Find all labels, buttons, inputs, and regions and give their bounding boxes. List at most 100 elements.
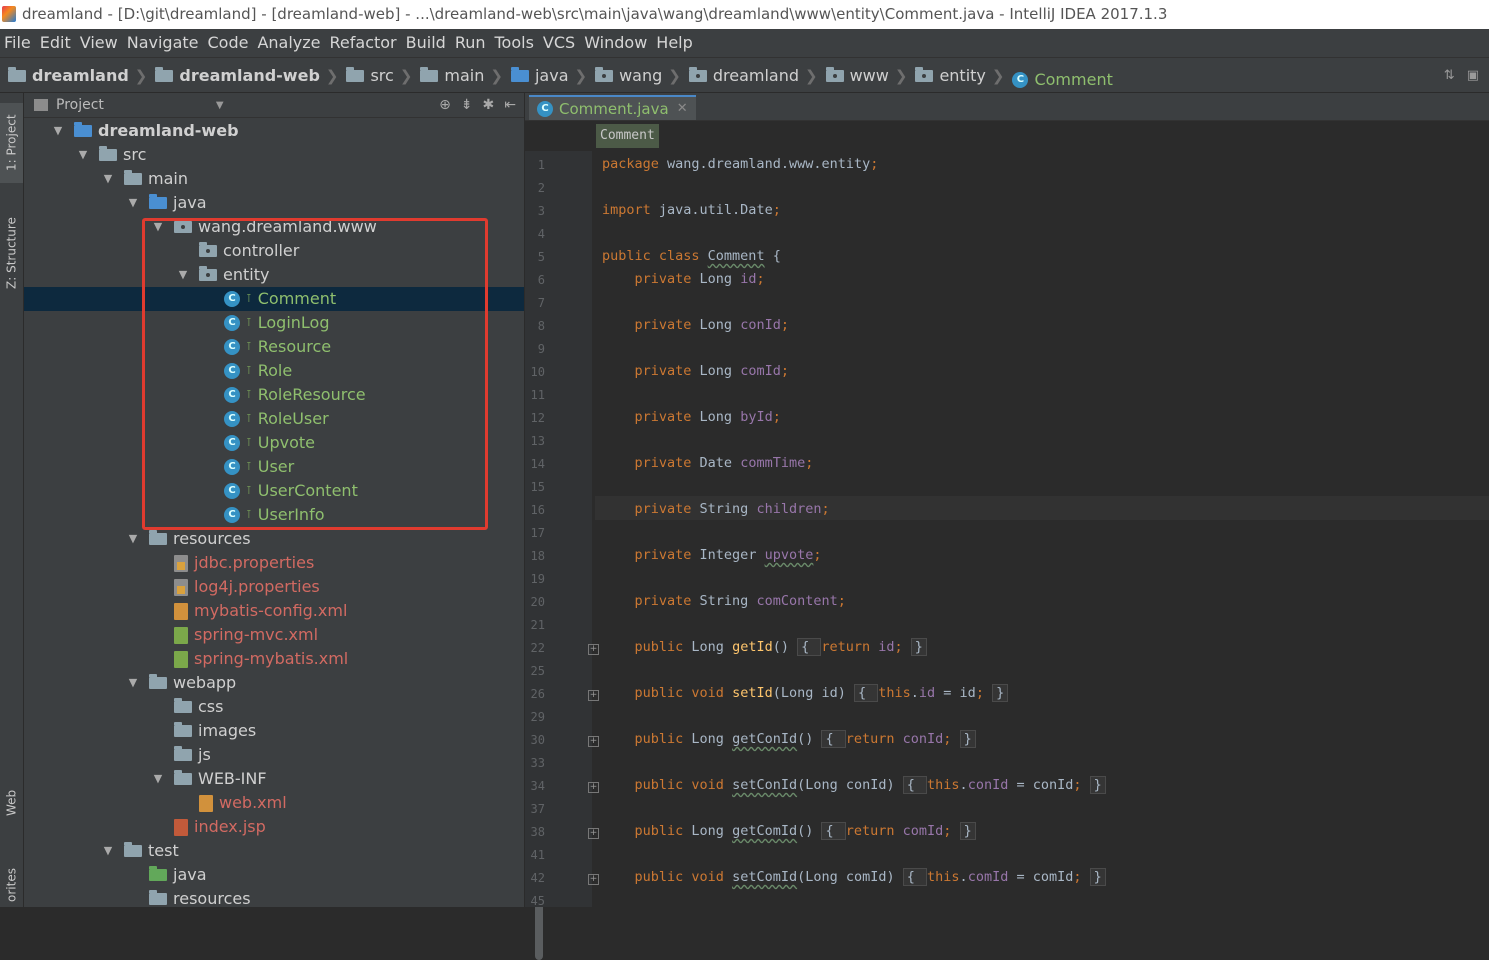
line-number: 38	[530, 825, 545, 839]
expand-arrow-icon[interactable]: ▼	[50, 119, 66, 143]
tree-node[interactable]: ▼ test	[24, 839, 524, 863]
project-tool-tab[interactable]: 1: Project	[0, 103, 23, 183]
gear-icon[interactable]: ✱	[483, 97, 495, 113]
tree-node[interactable]: ▼spring-mvc.xml	[24, 623, 524, 647]
close-icon[interactable]: ✕	[677, 101, 688, 116]
tree-node[interactable]: ▼index.jsp	[24, 815, 524, 839]
code-line: import java.util.Date;	[602, 202, 781, 218]
locate-file-icon[interactable]: ⊕	[439, 97, 451, 113]
menu-view[interactable]: View	[76, 29, 123, 57]
code-area[interactable]: package wang.dreamland.www.entity; import…	[594, 151, 1489, 907]
xml-file-icon	[174, 602, 188, 620]
expand-arrow-icon[interactable]: ▼	[125, 671, 141, 695]
menu-navigate[interactable]: Navigate	[123, 29, 204, 57]
tree-node-label: java	[173, 865, 207, 884]
editor-crumb-class[interactable]: Comment	[596, 124, 659, 148]
line-number: 19	[530, 572, 545, 586]
breadcrumb-item-wang[interactable]: wang ❯	[595, 58, 681, 94]
folder-icon	[149, 530, 167, 545]
breadcrumb-item-entity[interactable]: entity ❯	[915, 58, 1004, 94]
breadcrumb-item-java[interactable]: java ❯	[510, 58, 587, 94]
layout-icon[interactable]: ▣	[1467, 58, 1479, 94]
tree-node[interactable]: ▼spring-mybatis.xml	[24, 647, 524, 671]
webxml-file-icon	[199, 794, 213, 812]
breadcrumb-item-src[interactable]: src ❯	[346, 58, 412, 94]
breadcrumb-label: www	[849, 66, 889, 85]
project-panel-tools: ⊕ ⇟ ✱ ⇤	[439, 93, 516, 117]
line-number: 4	[537, 227, 545, 241]
expand-arrow-icon[interactable]: ▼	[100, 167, 116, 191]
favorites-tool-tab[interactable]: orites	[0, 863, 23, 907]
line-number: 9	[537, 342, 545, 356]
tree-node[interactable]: ▼ webapp	[24, 671, 524, 695]
vcs-update-icon[interactable]: ⇅	[1444, 58, 1455, 94]
menu-analyze[interactable]: Analyze	[253, 29, 325, 57]
line-number: 33	[530, 756, 545, 770]
menu-refactor[interactable]: Refactor	[326, 29, 402, 57]
tree-node[interactable]: ▼mybatis-config.xml	[24, 599, 524, 623]
breadcrumb-item-dreamland[interactable]: dreamland ❯	[8, 58, 147, 94]
collapse-all-icon[interactable]: ⇟	[461, 97, 473, 113]
line-number: 8	[537, 319, 545, 333]
tree-node[interactable]: ▼java	[24, 191, 524, 215]
line-number: 17	[530, 526, 545, 540]
menu-run[interactable]: Run	[451, 29, 491, 57]
folder-icon	[420, 67, 439, 82]
package-icon	[688, 67, 707, 82]
tree-node[interactable]: ▼ src	[24, 143, 524, 167]
line-number: 3	[537, 204, 545, 218]
breadcrumb-separator-icon: ❯	[399, 67, 413, 85]
expand-arrow-icon[interactable]: ▼	[150, 767, 166, 791]
breadcrumb-item-www[interactable]: www ❯	[825, 58, 907, 94]
expand-arrow-icon[interactable]: ▼	[125, 191, 141, 215]
breadcrumb-item-dreamland-web[interactable]: dreamland-web ❯	[155, 58, 338, 94]
expand-arrow-icon[interactable]: ▼	[75, 143, 91, 167]
menu-vcs[interactable]: VCS	[539, 29, 580, 57]
code-line: private Integer upvote;	[634, 547, 822, 563]
tree-node[interactable]: ▼ dreamland-web	[24, 119, 524, 143]
tree-node[interactable]: ▼images	[24, 719, 524, 743]
tree-node[interactable]: ▼jdbc.properties	[24, 551, 524, 575]
folder-icon	[174, 698, 192, 713]
menu-window[interactable]: Window	[580, 29, 652, 57]
jsp-file-icon	[174, 818, 188, 836]
breadcrumb-separator-icon: ❯	[490, 67, 503, 85]
hide-panel-icon[interactable]: ⇤	[504, 97, 516, 113]
structure-tool-tab[interactable]: Z: Structure	[0, 213, 23, 293]
folder-icon	[149, 674, 167, 689]
expand-arrow-icon[interactable]: ▼	[100, 839, 116, 863]
tree-node[interactable]: ▼ WEB-INF	[24, 767, 524, 791]
tree-node[interactable]: ▼resources	[24, 887, 524, 911]
menu-build[interactable]: Build	[402, 29, 451, 57]
tree-node-label: js	[198, 745, 211, 764]
menu-edit[interactable]: Edit	[36, 29, 76, 57]
code-line: public Long getComId() { return comId; }	[602, 822, 976, 840]
tree-node[interactable]: ▼resources	[24, 527, 524, 551]
code-line: private Long id;	[634, 271, 765, 287]
code-line: private Long comId;	[634, 363, 789, 379]
menu-tools[interactable]: Tools	[491, 29, 539, 57]
menu-help[interactable]: Help	[652, 29, 697, 57]
editor-breadcrumb: Comment	[525, 121, 1489, 151]
tree-node[interactable]: ▼log4j.properties	[24, 575, 524, 599]
tree-node[interactable]: ▼web.xml	[24, 791, 524, 815]
breadcrumb-item-main[interactable]: main ❯	[420, 58, 503, 94]
breadcrumb-label: main	[444, 66, 485, 85]
chevron-down-icon[interactable]: ▼	[216, 100, 224, 111]
menu-file[interactable]: File	[0, 29, 36, 57]
expand-arrow-icon[interactable]: ▼	[125, 527, 141, 551]
tree-node[interactable]: ▼java	[24, 863, 524, 887]
tree-node[interactable]: ▼css	[24, 695, 524, 719]
tree-node[interactable]: ▼ main	[24, 167, 524, 191]
tree-node[interactable]: ▼js	[24, 743, 524, 767]
web-tool-tab[interactable]: Web	[0, 783, 23, 823]
line-number: 11	[530, 388, 545, 402]
line-number: 45	[530, 894, 545, 908]
breadcrumb-item-dreamland[interactable]: dreamland ❯	[688, 58, 818, 94]
spring-file-icon	[174, 650, 188, 668]
tab-comment-java[interactable]: C Comment.java ✕	[529, 95, 696, 120]
menu-code[interactable]: Code	[204, 29, 254, 57]
code-line: private Date commTime;	[634, 455, 814, 471]
tree-node-label: src	[123, 145, 147, 164]
project-panel-title[interactable]: Project	[56, 97, 104, 113]
